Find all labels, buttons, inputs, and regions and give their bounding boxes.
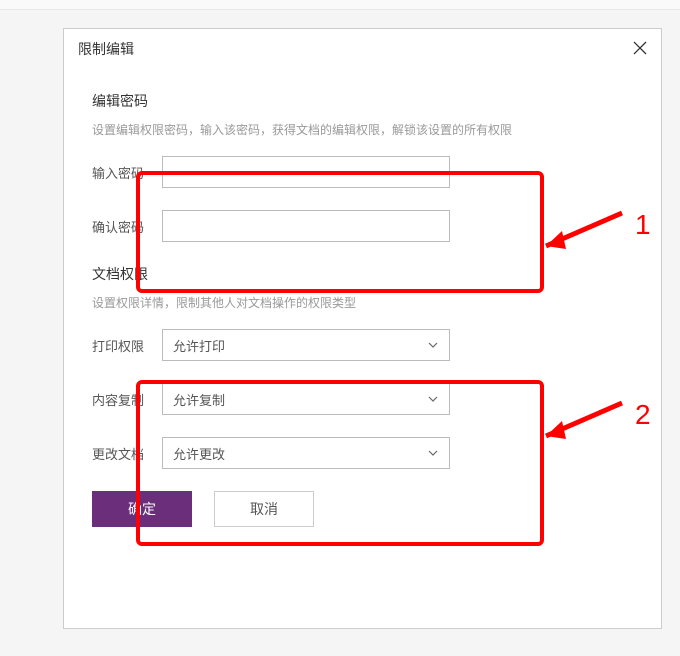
print-permission-select[interactable]: 允许打印 — [162, 329, 450, 361]
chevron-down-icon — [427, 339, 439, 351]
doc-permission-title: 文档权限 — [92, 264, 633, 284]
edit-password-title: 编辑密码 — [92, 91, 633, 111]
copy-permission-value: 允许复制 — [173, 390, 225, 409]
copy-permission-label: 内容复制 — [92, 390, 162, 409]
confirm-password-label: 确认密码 — [92, 217, 162, 236]
chevron-down-icon — [427, 447, 439, 459]
doc-permission-desc: 设置权限详情，限制其他人对文档操作的权限类型 — [92, 294, 633, 311]
cancel-button[interactable]: 取消 — [214, 491, 314, 527]
button-row: 确定 取消 — [92, 491, 633, 527]
row-confirm-password: 确认密码 — [92, 210, 633, 242]
close-button[interactable] — [629, 37, 651, 59]
ok-button[interactable]: 确定 — [92, 491, 192, 527]
dialog-header: 限制编辑 — [64, 29, 661, 69]
print-permission-label: 打印权限 — [92, 336, 162, 355]
dialog-body: 编辑密码 设置编辑权限密码，输入该密码，获得文档的编辑权限，解锁该设置的所有权限… — [64, 69, 661, 527]
confirm-password-input[interactable] — [162, 210, 450, 242]
edit-password-desc: 设置编辑权限密码，输入该密码，获得文档的编辑权限，解锁该设置的所有权限 — [92, 121, 633, 138]
chevron-down-icon — [427, 393, 439, 405]
row-print-permission: 打印权限 允许打印 — [92, 329, 633, 361]
row-copy-permission: 内容复制 允许复制 — [92, 383, 633, 415]
close-icon — [633, 41, 647, 55]
password-label: 输入密码 — [92, 163, 162, 182]
row-modify-permission: 更改文档 允许更改 — [92, 437, 633, 469]
password-input[interactable] — [162, 156, 450, 188]
modify-permission-label: 更改文档 — [92, 444, 162, 463]
dialog-title: 限制编辑 — [78, 39, 647, 59]
top-bar — [0, 0, 680, 10]
restrict-editing-dialog: 限制编辑 编辑密码 设置编辑权限密码，输入该密码，获得文档的编辑权限，解锁该设置… — [63, 28, 662, 629]
row-password: 输入密码 — [92, 156, 633, 188]
modify-permission-value: 允许更改 — [173, 444, 225, 463]
copy-permission-select[interactable]: 允许复制 — [162, 383, 450, 415]
print-permission-value: 允许打印 — [173, 336, 225, 355]
modify-permission-select[interactable]: 允许更改 — [162, 437, 450, 469]
